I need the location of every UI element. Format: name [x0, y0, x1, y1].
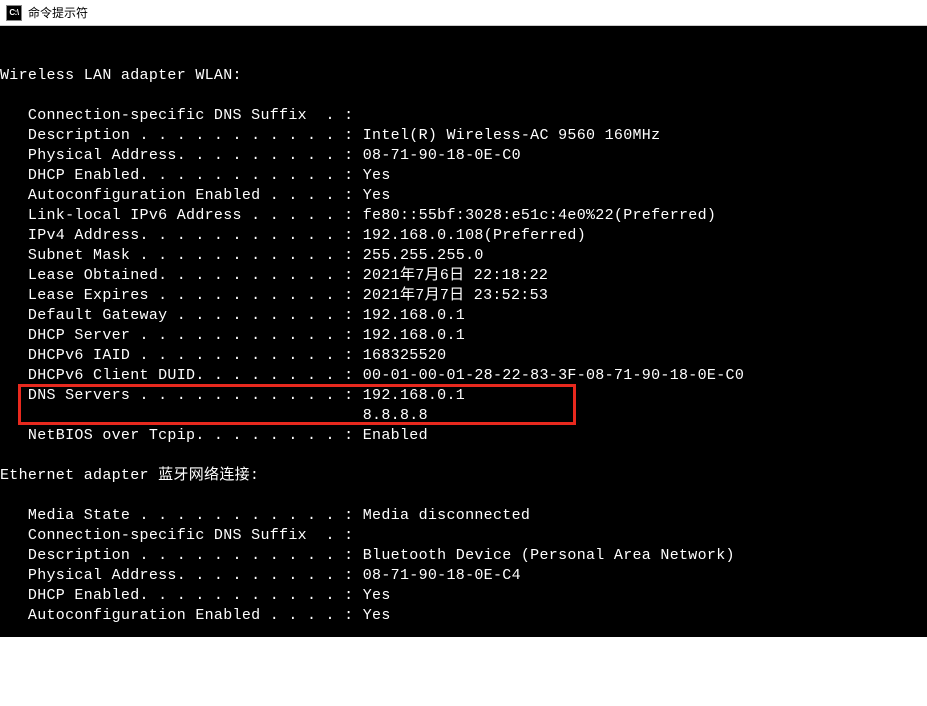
config-row: 8.8.8.8 — [0, 406, 927, 426]
blank-line — [0, 626, 927, 646]
command-prompt[interactable]: D:\projects-path\python-projects\django\… — [0, 646, 927, 666]
config-row: DHCP Enabled. . . . . . . . . . . : Yes — [0, 586, 927, 606]
terminal-output: Wireless LAN adapter WLAN: Connection-sp… — [0, 66, 927, 666]
blank-line — [0, 86, 927, 106]
adapter-header: Wireless LAN adapter WLAN: — [0, 66, 927, 86]
config-row: Default Gateway . . . . . . . . . : 192.… — [0, 306, 927, 326]
config-row: Lease Obtained. . . . . . . . . . : 2021… — [0, 266, 927, 286]
config-row: DHCPv6 Client DUID. . . . . . . . : 00-0… — [0, 366, 927, 386]
config-row: Physical Address. . . . . . . . . : 08-7… — [0, 566, 927, 586]
cmd-icon: C:\ — [6, 5, 22, 21]
adapter-header: Ethernet adapter 蓝牙网络连接: — [0, 466, 927, 486]
config-row: Description . . . . . . . . . . . : Blue… — [0, 546, 927, 566]
config-row: Autoconfiguration Enabled . . . . : Yes — [0, 186, 927, 206]
config-row: DHCPv6 IAID . . . . . . . . . . . : 1683… — [0, 346, 927, 366]
config-row: DHCP Server . . . . . . . . . . . : 192.… — [0, 326, 927, 346]
config-row: Subnet Mask . . . . . . . . . . . : 255.… — [0, 246, 927, 266]
window-title-bar[interactable]: C:\ 命令提示符 — [0, 0, 927, 26]
config-row: Lease Expires . . . . . . . . . . : 2021… — [0, 286, 927, 306]
config-row: Connection-specific DNS Suffix . : — [0, 526, 927, 546]
config-row: NetBIOS over Tcpip. . . . . . . . : Enab… — [0, 426, 927, 446]
config-row: Link-local IPv6 Address . . . . . : fe80… — [0, 206, 927, 226]
blank-line — [0, 446, 927, 466]
config-row: Physical Address. . . . . . . . . : 08-7… — [0, 146, 927, 166]
config-row: DNS Servers . . . . . . . . . . . : 192.… — [0, 386, 927, 406]
config-row: Connection-specific DNS Suffix . : — [0, 106, 927, 126]
config-row: Media State . . . . . . . . . . . : Medi… — [0, 506, 927, 526]
config-row: IPv4 Address. . . . . . . . . . . : 192.… — [0, 226, 927, 246]
config-row: DHCP Enabled. . . . . . . . . . . : Yes — [0, 166, 927, 186]
terminal-window[interactable]: Wireless LAN adapter WLAN: Connection-sp… — [0, 26, 927, 637]
config-row: Description . . . . . . . . . . . : Inte… — [0, 126, 927, 146]
config-row: Autoconfiguration Enabled . . . . : Yes — [0, 606, 927, 626]
blank-line — [0, 486, 927, 506]
window-title: 命令提示符 — [28, 4, 88, 21]
